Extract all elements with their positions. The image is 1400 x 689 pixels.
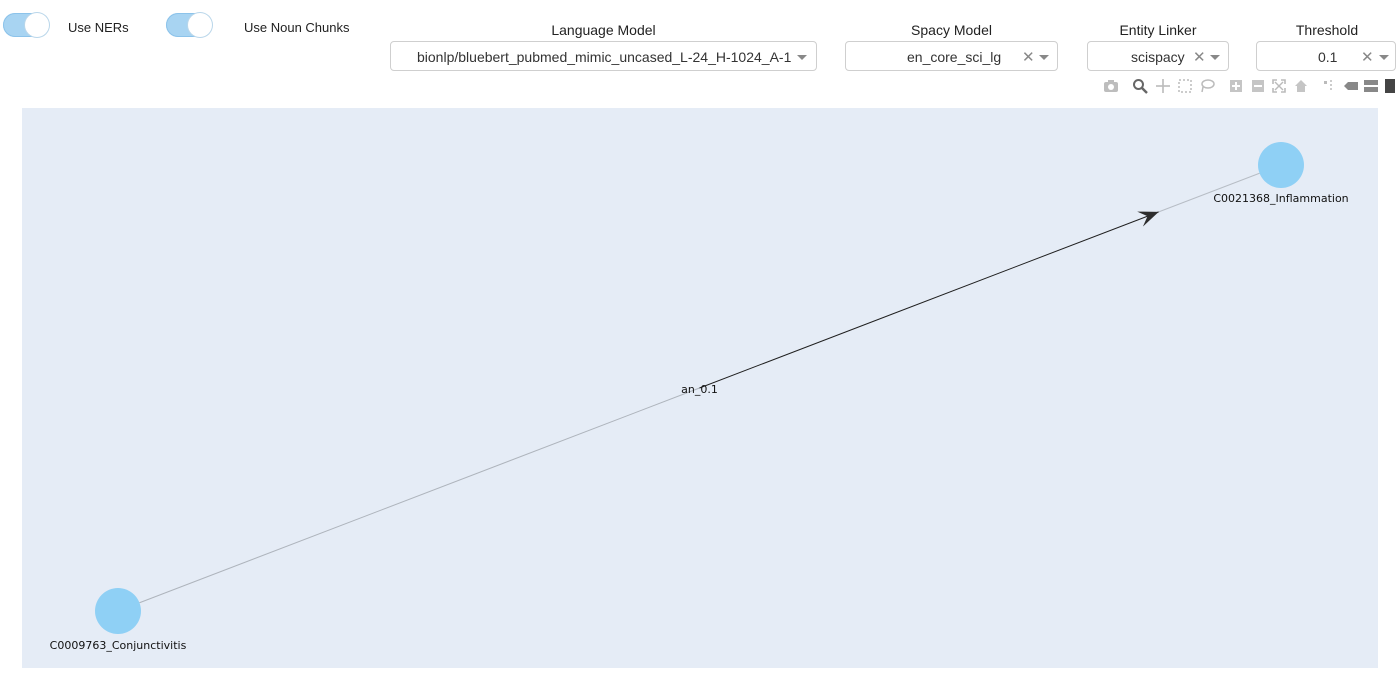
- lasso-icon[interactable]: [1199, 78, 1215, 94]
- spacy-model-value: en_core_sci_lg: [907, 49, 1002, 65]
- chevron-down-icon[interactable]: [1039, 55, 1049, 60]
- use-noun-chunks-toggle[interactable]: [166, 13, 212, 37]
- threshold-select[interactable]: 0.1 ✕: [1256, 41, 1396, 71]
- threshold-label: Threshold: [1295, 22, 1359, 38]
- toggle-knob: [188, 13, 212, 37]
- spacy-model-label: Spacy Model: [911, 22, 992, 38]
- zoom-icon[interactable]: [1132, 78, 1148, 94]
- chevron-down-icon[interactable]: [797, 55, 807, 60]
- use-ners-label: Use NERs: [68, 20, 129, 35]
- entity-linker-label: Entity Linker: [1119, 22, 1197, 38]
- graph-node-label: C0009763_Conjunctivitis: [50, 639, 187, 652]
- entity-linker-select[interactable]: scispacy ✕: [1087, 41, 1229, 71]
- hover-closest-icon[interactable]: [1343, 78, 1359, 94]
- entity-linker-value: scispacy: [1131, 49, 1185, 65]
- language-model-select[interactable]: bionlp/bluebert_pubmed_mimic_uncased_L-2…: [390, 41, 817, 71]
- camera-icon[interactable]: [1103, 78, 1119, 94]
- chevron-down-icon[interactable]: [1379, 55, 1389, 60]
- toggle-knob: [25, 13, 49, 37]
- spike-lines-icon[interactable]: [1321, 78, 1337, 94]
- hover-compare-icon[interactable]: [1363, 78, 1379, 94]
- clear-icon[interactable]: ✕: [1361, 48, 1374, 66]
- language-model-label: Language Model: [551, 22, 656, 38]
- network-graph-plot[interactable]: an_0.1 C0009763_Conjunctivitis C0021368_In…: [22, 108, 1378, 668]
- pan-icon[interactable]: [1155, 78, 1171, 94]
- spacy-model-select[interactable]: en_core_sci_lg ✕: [845, 41, 1058, 71]
- zoom-out-icon[interactable]: [1250, 78, 1266, 94]
- zoom-in-icon[interactable]: [1228, 78, 1244, 94]
- graph-node[interactable]: [95, 588, 141, 634]
- use-ners-toggle[interactable]: [3, 13, 49, 37]
- use-noun-chunks-label: Use Noun Chunks: [244, 20, 350, 35]
- chevron-down-icon[interactable]: [1210, 55, 1220, 60]
- edge-line-directed[interactable]: [699, 211, 1159, 389]
- graph-node-label: C0021368_Inflammation: [1213, 192, 1348, 205]
- network-graph-svg: an_0.1 C0009763_Conjunctivitis C0021368_In…: [50, 142, 1349, 652]
- graph-node[interactable]: [1258, 142, 1304, 188]
- threshold-value: 0.1: [1318, 49, 1338, 65]
- edge-line[interactable]: [139, 387, 700, 604]
- autoscale-icon[interactable]: [1271, 78, 1287, 94]
- plotly-logo-icon[interactable]: [1385, 78, 1395, 94]
- clear-icon[interactable]: ✕: [1193, 48, 1206, 66]
- box-select-icon[interactable]: [1177, 78, 1193, 94]
- reset-axes-icon[interactable]: [1293, 78, 1309, 94]
- edge-label: an_0.1: [681, 383, 718, 396]
- clear-icon[interactable]: ✕: [1022, 48, 1035, 66]
- language-model-value: bionlp/bluebert_pubmed_mimic_uncased_L-2…: [417, 49, 792, 65]
